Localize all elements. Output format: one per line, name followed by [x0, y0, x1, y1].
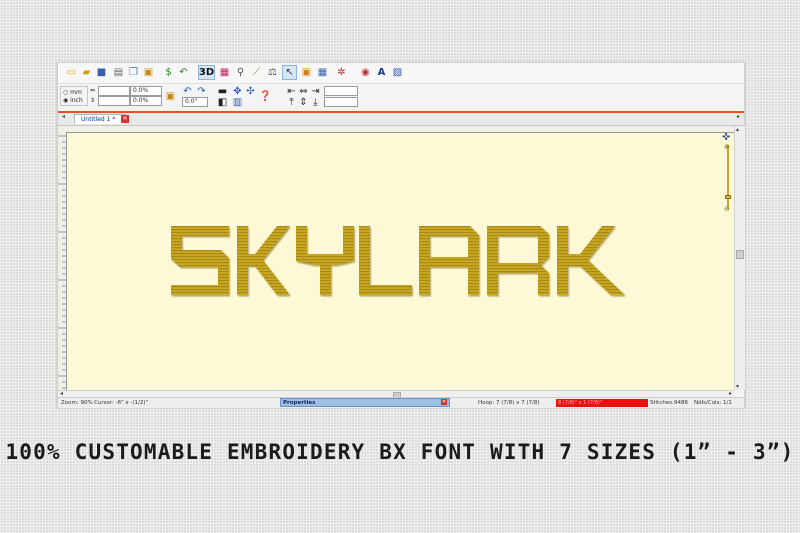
grid-icon[interactable]: ▦	[315, 65, 330, 80]
zoom-status: Zoom: 90%	[61, 400, 93, 406]
stitches-status: Stitches:9486	[650, 400, 688, 406]
angle-field[interactable]: 0.0°	[182, 97, 208, 107]
export-icon[interactable]: ▨	[390, 65, 405, 80]
new-icon[interactable]: ▭	[64, 65, 79, 80]
offset-y-field[interactable]	[324, 97, 358, 107]
properties-panel-header[interactable]: Properties ✕	[280, 398, 450, 407]
lock-icon[interactable]: ▣	[163, 89, 178, 104]
vertical-scrollbar[interactable]: ▴ ▾	[734, 126, 745, 390]
dollar-icon[interactable]: $	[161, 65, 176, 80]
hoop-canvas[interactable]: ✜ ⊕ ⊖	[67, 133, 734, 390]
width-field[interactable]	[98, 86, 130, 96]
mm-label: mm	[70, 89, 82, 96]
help-icon[interactable]: ❓	[258, 89, 273, 104]
needles-status: Ndls/Cols: 1/1	[694, 400, 732, 406]
select-icon[interactable]: ↖	[282, 65, 297, 80]
size-status: 8 (7/8)" x 1 (7/8)"	[556, 399, 648, 407]
letter-l	[359, 226, 412, 295]
zoom-in-icon[interactable]: ⊕	[724, 143, 730, 151]
scroll-left-icon[interactable]: ◂	[60, 390, 63, 397]
embroidery-design[interactable]	[67, 133, 734, 390]
reverse-icon[interactable]: ↶	[176, 65, 191, 80]
letter-s	[171, 226, 229, 295]
letter-k	[237, 226, 290, 295]
letter-r	[487, 226, 549, 295]
width-percent-field[interactable]: 0.0%	[130, 86, 162, 96]
tab-scroll-right-icon[interactable]: ▸	[737, 113, 740, 120]
promo-caption: 100% CUSTOMABLE EMBROIDERY BX FONT WITH …	[5, 440, 795, 464]
zoom-out-icon[interactable]: ⊖	[724, 205, 730, 213]
inch-radio[interactable]: ◉	[63, 97, 68, 104]
close-properties-icon[interactable]: ✕	[441, 399, 447, 405]
transform-toolbar: ○ mm ◉ inch ⇔ 0.0% ⇕ 0.0% ▣ ↶ ↷ 0.0° ▬ ✥…	[58, 84, 744, 110]
print-icon[interactable]: ▤	[111, 65, 126, 80]
width-arrow-icon: ⇔	[90, 87, 96, 94]
3d-view-icon[interactable]: 3D	[198, 65, 215, 80]
horizontal-ruler	[58, 126, 734, 141]
color-icon[interactable]: ▦	[217, 65, 232, 80]
align-left-icon[interactable]: ◧	[215, 95, 230, 110]
properties-label: Properties	[283, 400, 316, 406]
scroll-up-icon[interactable]: ▴	[736, 126, 739, 133]
mm-radio[interactable]: ○	[63, 89, 68, 96]
embroidery-editor-window: ▭ ▰ ■ ▤ ❐ ▣ $ ↶ 3D ▦ ⚲ ⟋ ⚖ ↖ ▣ ▦ ✲ ◉ A ▨…	[57, 62, 745, 408]
scroll-down-icon[interactable]: ▾	[736, 383, 739, 390]
open-icon[interactable]: ▰	[79, 65, 94, 80]
cursor-status: Cursor: -6" x -(1/2)"	[94, 400, 149, 406]
paste-icon[interactable]: ▣	[141, 65, 156, 80]
skylark-letters	[171, 226, 625, 295]
zoom-track	[727, 145, 729, 209]
zoom-thumb[interactable]	[725, 195, 731, 199]
zoom-icon[interactable]: ⚲	[233, 65, 248, 80]
letter-k-2	[557, 226, 625, 295]
text-icon[interactable]: A	[374, 65, 389, 80]
ruler-icon[interactable]: ⟋	[249, 65, 264, 80]
save-icon[interactable]: ■	[94, 65, 109, 80]
main-toolbar: ▭ ▰ ■ ▤ ❐ ▣ $ ↶ 3D ▦ ⚲ ⟋ ⚖ ↖ ▣ ▦ ✲ ◉ A ▨	[58, 63, 744, 84]
copy-icon[interactable]: ❐	[126, 65, 141, 80]
tab-scroll-left-icon[interactable]: ◂	[62, 113, 65, 120]
scale-icon[interactable]: ⚖	[265, 65, 280, 80]
stitch-icon[interactable]: ✲	[334, 65, 349, 80]
height-arrow-icon: ⇕	[90, 97, 96, 104]
design-area: ✜ ⊕ ⊖ ▴ ▾ ◂ ▸	[58, 126, 745, 399]
document-tabbar: ◂ Untitled 1 * ✕ ▸	[58, 113, 744, 126]
close-tab-icon[interactable]: ✕	[121, 115, 129, 123]
letter-y	[296, 226, 354, 295]
v-bottom-icon[interactable]: ⤓	[308, 95, 323, 110]
offset-x-field[interactable]	[324, 86, 358, 96]
letter-a	[419, 226, 479, 295]
vertical-ruler	[58, 132, 67, 390]
vertical-ruler-ticks	[58, 135, 66, 389]
tab-untitled-1[interactable]: Untitled 1 *	[74, 114, 126, 124]
units-group: ○ mm ◉ inch	[60, 86, 88, 106]
grid-small-icon[interactable]: ▥	[230, 95, 245, 110]
zoom-slider[interactable]: ✜ ⊕ ⊖	[722, 133, 734, 223]
vertical-scroll-thumb[interactable]	[736, 250, 744, 259]
hoop-status: Hoop: 7 (7/8) x 7 (7/8)	[478, 400, 540, 406]
inch-label: inch	[70, 97, 83, 104]
status-bar: Zoom: 90% Cursor: -6" x -(1/2)" Properti…	[58, 397, 744, 408]
height-percent-field[interactable]: 0.0%	[130, 96, 162, 106]
thread-icon[interactable]: ◉	[358, 65, 373, 80]
distribute-icon[interactable]: ✣	[243, 84, 258, 99]
compass-icon: ✜	[722, 133, 731, 143]
height-field[interactable]	[98, 96, 130, 106]
scroll-right-icon[interactable]: ▸	[729, 390, 732, 397]
hoop-icon[interactable]: ▣	[299, 65, 314, 80]
